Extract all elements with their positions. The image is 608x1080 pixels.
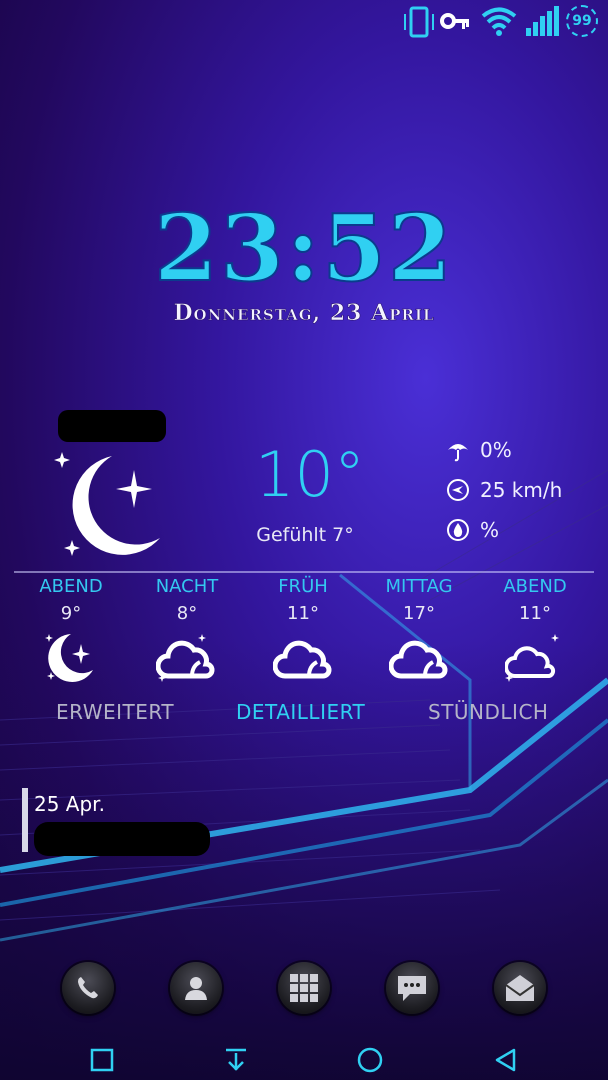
event-date[interactable]: 25 Apr. — [34, 792, 105, 816]
clock-time[interactable]: 23:52 — [0, 197, 608, 299]
tab-detailliert[interactable]: DETAILLIERT — [236, 700, 365, 724]
back-button[interactable] — [486, 1044, 526, 1076]
forecast-item[interactable]: MITTAG 17° — [364, 576, 474, 684]
umbrella-icon — [448, 444, 468, 462]
location-name-redacted — [58, 410, 166, 442]
feels-like-temperature: Gefühlt 7° — [256, 524, 354, 546]
humidity-stat: % — [446, 516, 499, 544]
signal-icon — [526, 6, 559, 36]
clock-date: Donnerstag, 23 April — [173, 300, 435, 327]
wifi-icon — [481, 7, 517, 36]
humidity-icon — [447, 519, 469, 541]
forecast-label: ABEND — [39, 576, 103, 597]
wind-icon — [447, 479, 469, 501]
battery-icon: 99 — [566, 5, 598, 37]
event-title-redacted — [34, 822, 210, 856]
phone-icon — [78, 977, 98, 999]
messages-button[interactable] — [386, 962, 438, 1014]
forecast-label: ABEND — [503, 576, 567, 597]
forecast-temp: 11° — [519, 603, 551, 624]
divider — [14, 571, 594, 573]
cloud-icon — [273, 640, 332, 679]
moon-icon — [45, 634, 93, 682]
notification-pull-icon — [226, 1048, 246, 1071]
email-button[interactable] — [494, 962, 546, 1014]
key-icon — [440, 13, 469, 29]
forecast-temp: 11° — [287, 603, 319, 624]
forecast-label: MITTAG — [385, 576, 453, 597]
phone-button[interactable] — [62, 962, 114, 1014]
messages-icon — [398, 976, 426, 1001]
status-bar: 99 — [0, 0, 608, 44]
tab-stuendlich[interactable]: STÜNDLICH — [428, 700, 548, 724]
tab-erweitert[interactable]: ERWEITERT — [56, 700, 174, 724]
forecast-item[interactable]: ABEND 9° — [16, 576, 126, 684]
forecast-temp: 8° — [176, 603, 198, 624]
app-drawer-icon — [290, 974, 318, 1002]
forecast-label: NACHT — [155, 576, 219, 597]
event-indicator — [22, 788, 28, 852]
cloud-icon — [389, 640, 448, 679]
notification-pull-button[interactable] — [216, 1044, 256, 1076]
forecast-temp: 9° — [60, 603, 82, 624]
humidity-value: % — [480, 518, 500, 542]
current-temperature[interactable]: 10° — [250, 438, 370, 511]
app-drawer-button[interactable] — [278, 962, 330, 1014]
precipitation-value: 0% — [480, 438, 512, 462]
forecast-item[interactable]: ABEND 11° — [480, 576, 590, 684]
partly-cloudy-night-icon — [505, 634, 559, 682]
cloud-moon-icon — [156, 634, 215, 682]
recent-apps-button[interactable] — [82, 1044, 122, 1076]
home-icon — [357, 1047, 383, 1073]
forecast-label: FRÜH — [278, 576, 328, 597]
forecast-temp: 17° — [403, 603, 435, 624]
recent-apps-icon — [90, 1048, 114, 1072]
back-icon — [495, 1048, 516, 1072]
wind-value: 25 km/h — [480, 478, 563, 502]
email-icon — [505, 975, 535, 1001]
forecast-item[interactable]: NACHT 8° — [132, 576, 242, 684]
wind-stat: 25 km/h — [446, 476, 562, 504]
contacts-button[interactable] — [170, 962, 222, 1014]
contacts-icon — [185, 977, 207, 1000]
vibrate-icon — [404, 6, 434, 38]
crescent-moon-stars-icon[interactable] — [50, 448, 170, 563]
precipitation-stat: 0% — [446, 436, 512, 464]
home-button[interactable] — [350, 1044, 390, 1076]
forecast-item[interactable]: FRÜH 11° — [248, 576, 358, 684]
